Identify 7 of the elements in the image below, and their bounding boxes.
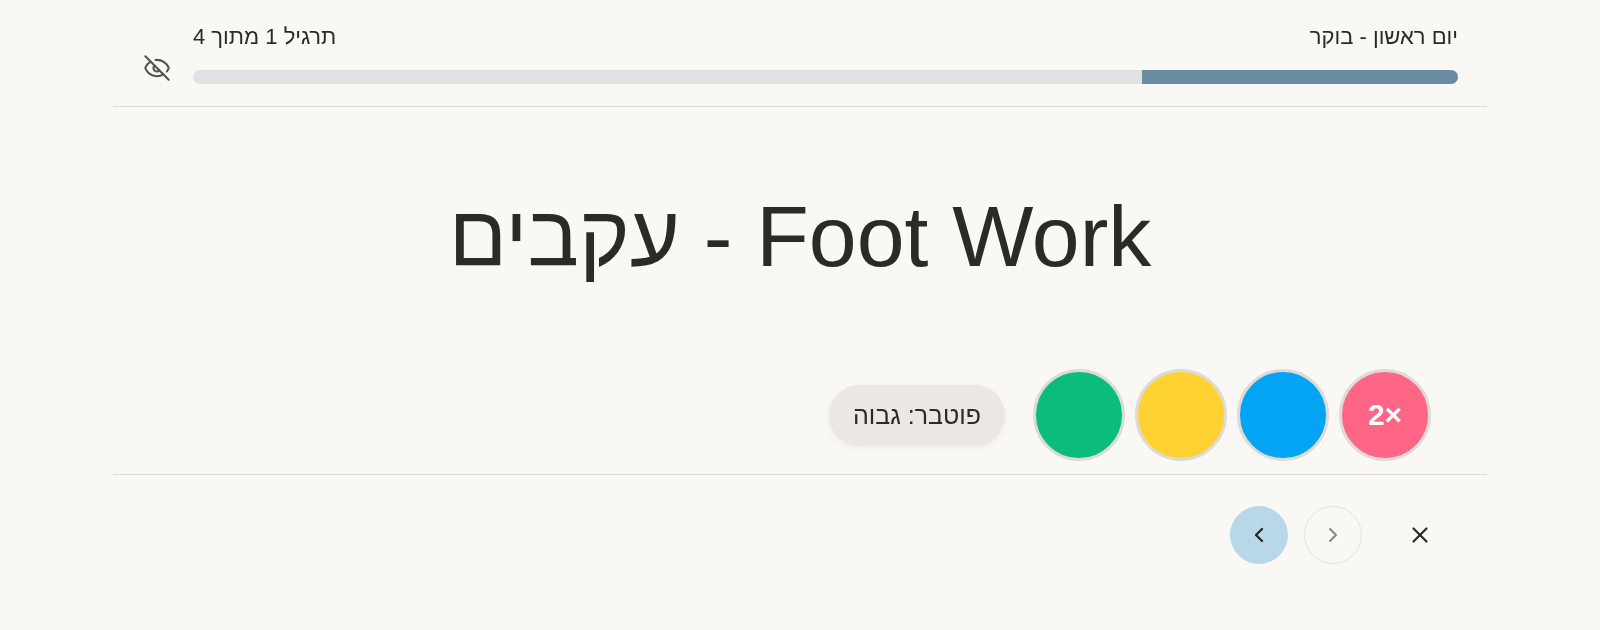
- visibility-toggle-button[interactable]: [143, 54, 171, 82]
- eye-off-icon: [143, 54, 171, 82]
- intensity-tag: פוטבר: גבוה: [828, 384, 1005, 446]
- exercise-counter: תרגיל 1 מתוך 4: [193, 24, 337, 50]
- multiplier-label: 2×: [1367, 398, 1403, 432]
- exercise-title: Foot Work - עקבים: [448, 187, 1152, 286]
- session-title: יום ראשון - בוקר: [1309, 24, 1458, 50]
